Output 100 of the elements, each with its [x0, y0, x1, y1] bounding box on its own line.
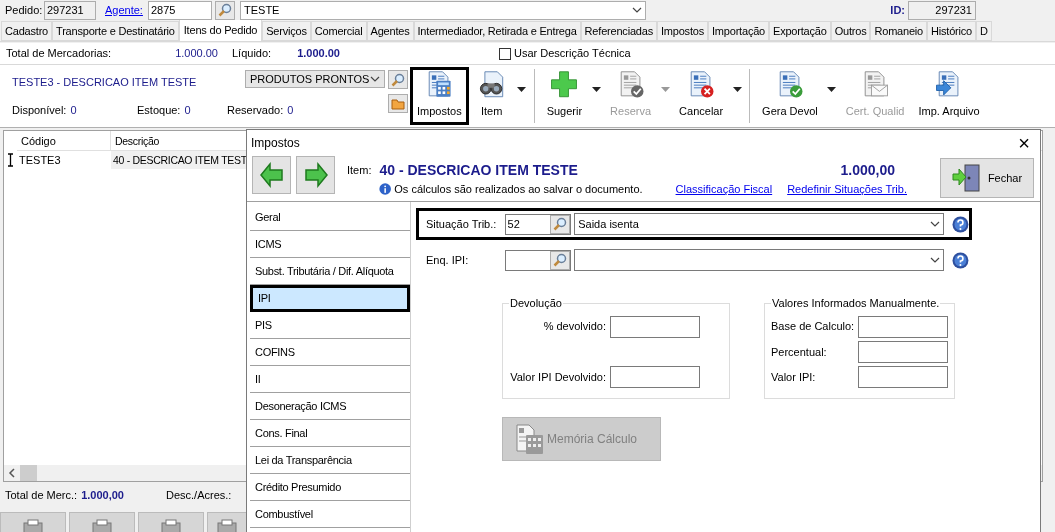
folder-icon: [391, 97, 405, 110]
tab[interactable]: Romaneio: [870, 21, 928, 41]
category-dropdown[interactable]: PRODUTOS PRONTOS: [245, 70, 385, 88]
nav-item[interactable]: IPI: [250, 285, 410, 312]
input-field[interactable]: [858, 366, 949, 388]
tab[interactable]: Transporte e Destinatário: [52, 21, 179, 41]
info-icon: [379, 181, 392, 198]
tab[interactable]: Referenciadas: [580, 21, 657, 41]
close-dialog-button[interactable]: Fechar: [940, 158, 1034, 198]
total-value: 1.000.00: [174, 46, 218, 62]
arrow-left-icon: [257, 160, 286, 190]
group-title: Valores Informados Manualmente.: [771, 296, 941, 311]
column-header[interactable]: Código: [17, 131, 111, 150]
code-field[interactable]: 52: [504, 213, 572, 235]
search-icon: [553, 217, 568, 231]
dropdown-field[interactable]: Saida isenta: [574, 213, 945, 235]
tab[interactable]: Histórico: [927, 21, 977, 41]
toolbar-button[interactable]: Sugerir: [539, 67, 590, 125]
triangle-down-icon: [517, 86, 527, 92]
total-label: Total de Mercadorias:: [6, 46, 113, 62]
print-button[interactable]: [69, 512, 135, 532]
previous-button[interactable]: [252, 156, 291, 194]
chevron-down-icon: [632, 7, 642, 13]
tab[interactable]: Importação: [708, 21, 769, 41]
stock-label: Reservado:: [227, 102, 284, 118]
tab[interactable]: Itens do Pedido: [178, 20, 263, 41]
tab[interactable]: Comercial: [310, 21, 367, 41]
input-field[interactable]: [610, 366, 700, 388]
item-amount: 1.000,00: [840, 161, 895, 180]
tab[interactable]: Intermediador, Retirada e Entrega: [413, 21, 581, 41]
tab[interactable]: Exportação: [769, 21, 831, 41]
help-icon: [952, 251, 969, 269]
field-label: % devolvido:: [543, 319, 606, 335]
print-button[interactable]: [138, 512, 204, 532]
client-name: TESTE: [244, 2, 280, 18]
item-title: TESTE3 - DESCRICAO ITEM TESTE: [12, 75, 198, 90]
triangle-down-icon: [827, 86, 837, 92]
link[interactable]: Redefinir Situações Trib.: [787, 181, 907, 198]
tab[interactable]: Cadastro: [1, 21, 53, 41]
search-button[interactable]: [550, 250, 571, 270]
close-button[interactable]: ×: [1018, 133, 1030, 153]
search-icon: [218, 3, 232, 17]
total-value: 1.000,00: [81, 487, 124, 503]
triangle-down-icon: [660, 86, 670, 92]
chevron-down-icon: [930, 221, 941, 227]
tab[interactable]: Outros: [830, 21, 871, 41]
search-button[interactable]: [550, 214, 571, 234]
liquido-label: Líquido:: [232, 46, 273, 62]
pedido-label: Pedido:: [5, 2, 41, 18]
dialog-title: Impostos: [251, 135, 300, 152]
stock-value: 0: [70, 102, 77, 118]
stock-value: 0: [184, 102, 191, 118]
code-field[interactable]: [504, 249, 572, 271]
toolbar-button[interactable]: Item: [468, 67, 515, 125]
field-label: Base de Calculo:: [771, 319, 855, 335]
search-icon: [553, 253, 568, 267]
id-field: 297231: [908, 0, 976, 20]
group-title: Devolução: [509, 296, 563, 311]
dropdown-field[interactable]: [574, 249, 945, 271]
search-button[interactable]: [388, 70, 408, 89]
toolbar-button[interactable]: Imp. Arquivo: [911, 67, 987, 125]
agente-field[interactable]: 2875: [148, 0, 212, 20]
field-label: Enq. IPI:: [426, 252, 470, 268]
search-icon: [391, 72, 405, 87]
input-field[interactable]: [610, 315, 700, 338]
chevron-down-icon: [930, 257, 941, 263]
print-button[interactable]: [0, 512, 66, 532]
print-button[interactable]: [207, 512, 247, 532]
search-button[interactable]: [215, 0, 235, 20]
stock-label: Estoque:: [137, 102, 181, 118]
id-label: ID:: [890, 2, 905, 18]
field-label: Percentual:: [771, 344, 827, 360]
link[interactable]: Classificação Fiscal: [675, 181, 773, 198]
help-icon: [952, 215, 969, 233]
technical-description-checkbox[interactable]: Usar Descrição Técnica: [499, 45, 631, 62]
scrollbar-thumb[interactable]: [20, 465, 37, 481]
discount-label: Desc./Acres.:: [165, 487, 232, 503]
triangle-down-icon: [591, 86, 601, 92]
input-field[interactable]: [858, 340, 949, 363]
agente-link[interactable]: Agente:: [105, 1, 145, 19]
field-label: Valor IPI Devolvido:: [510, 369, 606, 385]
stock-value: 0: [287, 102, 294, 118]
client-dropdown[interactable]: TESTE: [240, 0, 646, 20]
tab[interactable]: Impostos: [656, 21, 708, 41]
field-label: Valor IPI:: [771, 369, 816, 385]
tab[interactable]: D: [976, 21, 992, 41]
door-exit-icon: [951, 164, 982, 192]
total-label: Total de Merc.:: [5, 487, 78, 503]
folder-button[interactable]: [388, 94, 408, 113]
toolbar-button[interactable]: Impostos: [410, 67, 469, 125]
toolbar-button[interactable]: Cancelar: [672, 67, 731, 125]
next-button[interactable]: [296, 156, 335, 194]
input-field[interactable]: [858, 315, 949, 338]
stock-label: Disponível:: [12, 102, 67, 118]
tab[interactable]: Serviços: [262, 21, 311, 41]
pedido-field: 297231: [44, 0, 96, 20]
toolbar-button[interactable]: Gera Devol: [755, 67, 825, 125]
tab[interactable]: Agentes: [366, 21, 414, 41]
liquido-value: 1.000.00: [296, 46, 340, 62]
triangle-down-icon: [732, 86, 742, 92]
